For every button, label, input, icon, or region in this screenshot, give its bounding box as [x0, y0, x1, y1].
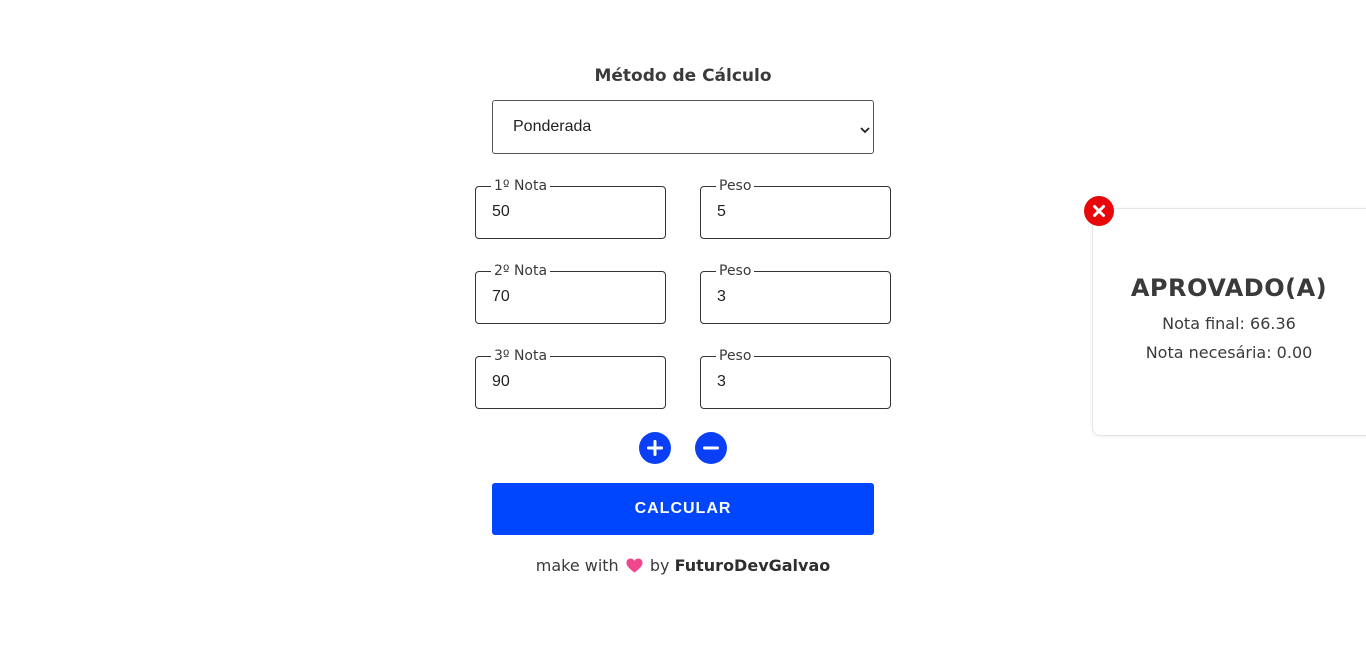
footer: make with by FuturoDevGalvao	[430, 556, 936, 577]
method-select-value: Ponderada	[513, 118, 592, 135]
remove-grade-button[interactable]	[695, 432, 727, 464]
result-content: APROVADO(A) Nota final: 66.36 Nota neces…	[1092, 274, 1366, 362]
plus-circle-icon	[647, 440, 663, 456]
grade-1-label: 1º Nota	[491, 178, 551, 194]
weight-2-label: Peso	[716, 263, 755, 279]
method-title: Método de Cálculo	[594, 66, 772, 86]
footer-prefix: make with	[535, 556, 619, 575]
weight-3-field[interactable]: Peso 3	[700, 348, 891, 409]
grade-2-value: 70	[492, 288, 510, 305]
calculate-button[interactable]: CALCULAR	[492, 483, 874, 535]
weight-1-value: 5	[717, 203, 726, 220]
chevron-down-icon	[859, 121, 871, 134]
grade-1-value: 50	[492, 203, 510, 220]
heart-icon	[626, 558, 643, 577]
close-icon	[1093, 205, 1105, 217]
add-grade-button[interactable]	[639, 432, 671, 464]
grade-calculator-page: Método de Cálculo Ponderada 1º Nota 50 P…	[0, 0, 1366, 646]
footer-author[interactable]: FuturoDevGalvao	[675, 556, 831, 575]
grade-3-value: 90	[492, 373, 510, 390]
grade-3-label: 3º Nota	[491, 348, 551, 364]
weight-2-field[interactable]: Peso 3	[700, 263, 891, 324]
grade-1-field[interactable]: 1º Nota 50	[475, 178, 666, 239]
footer-by: by	[649, 556, 670, 575]
weight-1-label: Peso	[716, 178, 755, 194]
weight-3-label: Peso	[716, 348, 755, 364]
result-final-grade: Nota final: 66.36	[1162, 314, 1296, 333]
minus-circle-icon	[703, 446, 719, 450]
result-needed-grade: Nota necesária: 0.00	[1145, 343, 1313, 362]
result-close-button[interactable]	[1084, 196, 1114, 226]
method-select[interactable]: Ponderada	[492, 100, 874, 154]
weight-1-field[interactable]: Peso 5	[700, 178, 891, 239]
result-status: APROVADO(A)	[1130, 274, 1328, 302]
grade-3-field[interactable]: 3º Nota 90	[475, 348, 666, 409]
grade-2-field[interactable]: 2º Nota 70	[475, 263, 666, 324]
weight-2-value: 3	[717, 288, 726, 305]
weight-3-value: 3	[717, 373, 726, 390]
grade-2-label: 2º Nota	[491, 263, 551, 279]
